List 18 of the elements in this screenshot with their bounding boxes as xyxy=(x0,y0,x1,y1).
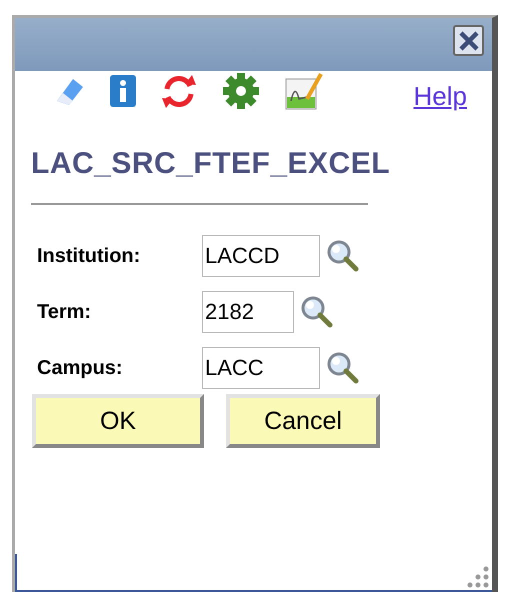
input-field[interactable]: 2182 xyxy=(202,291,294,333)
field-label: Institution: xyxy=(37,244,142,268)
chart-pencil-icon[interactable] xyxy=(283,71,323,111)
input-field[interactable]: LACC xyxy=(202,347,320,389)
help-link[interactable]: Help xyxy=(414,70,467,112)
field-label: Term: xyxy=(37,300,92,324)
field-label: Campus: xyxy=(37,356,124,380)
dialog-title: LAC_SRC_FTEF_EXCEL xyxy=(31,147,392,181)
close-button[interactable] xyxy=(453,25,484,56)
search-icon[interactable] xyxy=(300,295,334,329)
cancel-button[interactable]: Cancel xyxy=(226,394,380,448)
input-field[interactable]: LACCD xyxy=(202,235,320,277)
search-icon[interactable] xyxy=(326,239,360,273)
gear-icon[interactable] xyxy=(221,71,261,111)
refresh-icon[interactable] xyxy=(159,73,199,109)
search-icon[interactable] xyxy=(326,351,360,385)
ok-button[interactable]: OK xyxy=(32,394,204,448)
info-icon[interactable] xyxy=(109,73,137,109)
